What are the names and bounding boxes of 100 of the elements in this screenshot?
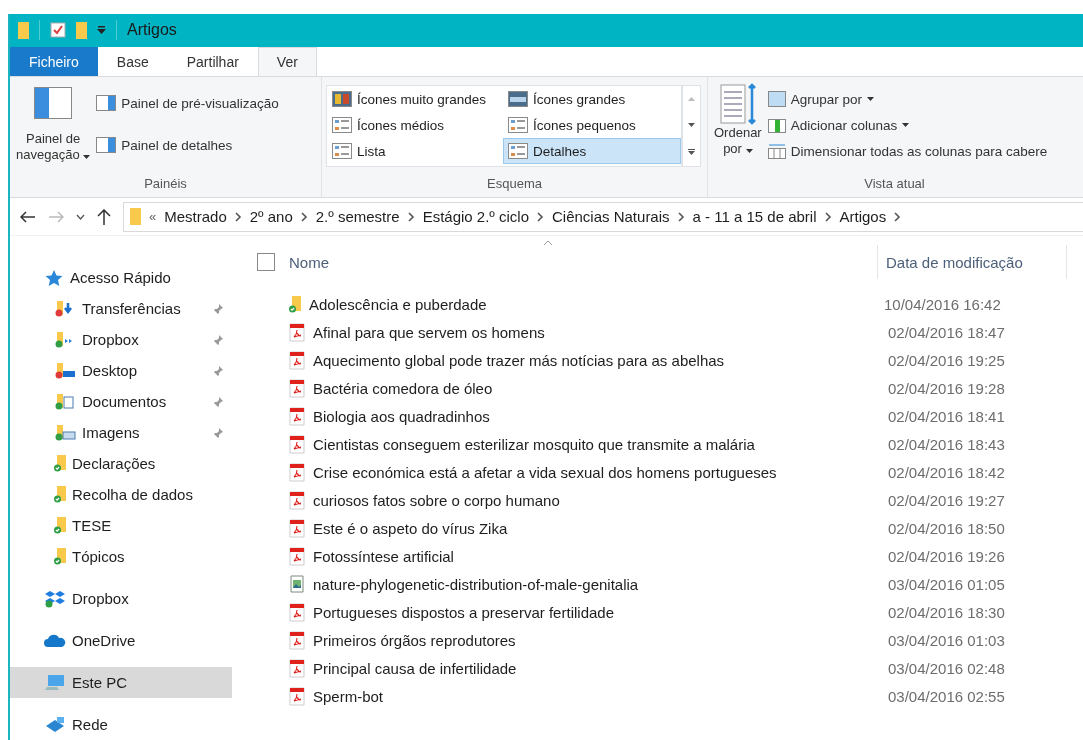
gallery-scroll[interactable] xyxy=(682,85,701,168)
column-header[interactable]: Data de modificação xyxy=(877,245,1067,279)
file-name[interactable]: Crise económica está a afetar a vida sexual dos homens portugueses xyxy=(305,463,888,481)
address-bar[interactable]: « Mestrado 2º ano 2.º semestre Estágio 2.º ciclo Ciências Naturais a - 11 a 15 de abril Artigos xyxy=(123,201,1083,232)
file-name[interactable]: Este é o aspeto do vírus Zika xyxy=(305,519,888,537)
nav-item[interactable]: Acesso Rápido xyxy=(10,262,232,293)
breadcrumb[interactable]: Mestrado xyxy=(164,208,227,226)
group-label: Vista atual xyxy=(864,176,925,192)
sort-by-button[interactable]: Ordenar por xyxy=(714,83,762,177)
date-cell: 03/04/2016 01:05 xyxy=(888,575,1005,593)
layout-option[interactable]: Ícones muito grandes xyxy=(327,86,503,113)
file-name[interactable]: curiosos fatos sobre o corpo humano xyxy=(305,491,888,509)
nav-item[interactable]: OneDrive xyxy=(10,625,232,656)
pdf-file-icon xyxy=(289,378,305,398)
date-cell: 02/04/2016 19:28 xyxy=(888,379,1005,397)
chevron-icon xyxy=(300,211,308,222)
navigation-pane-button[interactable]: Painel de navegação xyxy=(16,83,91,177)
file-name[interactable]: Afinal para que servem os homens xyxy=(305,323,888,341)
overflow-marker[interactable]: « xyxy=(149,209,157,225)
ribbon-tab[interactable]: Ficheiro xyxy=(10,46,98,77)
caret-icon xyxy=(867,97,874,102)
back-icon[interactable] xyxy=(20,210,36,223)
network-icon xyxy=(44,715,66,734)
file-name[interactable]: Sperm-bot xyxy=(305,687,888,705)
folder-icon xyxy=(54,517,66,534)
file-name[interactable]: Adolescência e puberdade xyxy=(301,295,884,313)
folder-icon xyxy=(54,548,66,565)
columns-icon xyxy=(767,117,786,134)
nav-item[interactable]: Recolha de dados xyxy=(10,479,232,510)
nav-item[interactable]: Dropbox xyxy=(10,324,232,355)
pdf-file-icon xyxy=(289,406,305,426)
pdf-file-icon xyxy=(289,602,305,622)
file-name[interactable]: Fotossíntese artificial xyxy=(305,547,888,565)
layout-option[interactable]: Ícones médios xyxy=(327,112,503,139)
dropdown-icon[interactable] xyxy=(97,26,106,35)
nav-item[interactable]: Imagens xyxy=(10,417,232,448)
nav-item[interactable]: Transferências xyxy=(10,293,232,324)
details-pane-icon xyxy=(96,137,117,154)
fit-columns-button[interactable]: Dimensionar todas as colunas para cabere xyxy=(767,139,1048,164)
layout-option[interactable]: Ícones pequenos xyxy=(503,112,681,139)
nav-item[interactable]: Dropbox xyxy=(10,583,232,614)
caret-icon xyxy=(902,123,910,128)
chevron-icon xyxy=(234,211,242,222)
star-icon xyxy=(44,268,64,287)
details-pane-button[interactable]: Painel de detalhes xyxy=(96,133,279,158)
folder-icon xyxy=(54,486,66,503)
select-all-checkbox[interactable] xyxy=(257,253,275,271)
chevron-icon xyxy=(677,211,685,222)
nav-item[interactable]: TESE xyxy=(10,510,232,541)
file-name[interactable]: Portugueses dispostos a preservar fertilidade xyxy=(305,603,888,621)
chevron-icon xyxy=(407,211,415,222)
up-icon[interactable] xyxy=(97,208,111,225)
date-cell: 02/04/2016 18:47 xyxy=(888,323,1005,341)
file-name[interactable]: Aquecimento global pode trazer más notícias para as abelhas xyxy=(305,351,888,369)
nav-item[interactable]: Tópicos xyxy=(10,541,232,572)
file-name[interactable]: nature-phylogenetic-distribution-of-male-genitalia xyxy=(305,575,888,593)
pictures-folder-icon xyxy=(54,424,76,441)
date-cell: 10/04/2016 16:42 xyxy=(884,295,1001,313)
preview-pane-button[interactable]: Painel de pré-visualização xyxy=(96,91,279,116)
nav-item[interactable]: Documentos xyxy=(10,386,232,417)
file-name[interactable]: Bactéria comedora de óleo xyxy=(305,379,888,397)
breadcrumb[interactable]: Estágio 2.º ciclo xyxy=(422,208,529,226)
view-icon xyxy=(332,91,352,108)
date-cell: 02/04/2016 18:42 xyxy=(888,463,1005,481)
view-icon xyxy=(508,117,528,134)
properties-icon[interactable] xyxy=(50,22,66,39)
pdf-file-icon xyxy=(289,350,305,370)
scroll-down-icon[interactable] xyxy=(688,123,695,128)
nav-item[interactable]: Rede xyxy=(10,709,232,740)
breadcrumb[interactable]: 2.º semestre xyxy=(315,208,400,226)
new-folder-icon xyxy=(76,21,87,39)
view-icon xyxy=(332,117,352,134)
layout-option[interactable]: Lista xyxy=(327,138,503,165)
column-header[interactable]: Nome xyxy=(289,253,877,271)
pdf-file-icon xyxy=(289,658,305,678)
expand-gallery-icon[interactable] xyxy=(688,149,695,156)
nav-item[interactable]: Este PC xyxy=(10,667,232,698)
date-cell: 02/04/2016 19:27 xyxy=(888,491,1005,509)
chevron-icon xyxy=(537,211,544,222)
folder-icon xyxy=(289,295,301,313)
view-icon xyxy=(508,143,528,160)
recent-locations-icon[interactable] xyxy=(76,213,85,220)
nav-item[interactable]: Desktop xyxy=(10,355,232,386)
ribbon-tab[interactable]: Ver xyxy=(257,46,317,77)
breadcrumb[interactable]: Artigos xyxy=(839,208,887,226)
file-name[interactable]: Cientistas conseguem esterilizar mosquito que transmite a malária xyxy=(305,435,888,453)
layout-option[interactable]: Ícones grandes xyxy=(503,86,681,113)
breadcrumb[interactable]: a - 11 a 15 de abril xyxy=(692,208,817,226)
group-by-button[interactable]: Agrupar por xyxy=(767,87,1048,112)
file-name[interactable]: Biologia aos quadradinhos xyxy=(305,407,888,425)
folder-icon xyxy=(18,21,29,39)
layout-option[interactable]: Detalhes xyxy=(503,138,681,165)
add-columns-button[interactable]: Adicionar colunas xyxy=(767,113,1048,138)
nav-item[interactable]: Declarações xyxy=(10,448,232,479)
file-name[interactable]: Principal causa de infertilidade xyxy=(305,659,888,677)
computer-icon xyxy=(44,673,66,692)
file-name[interactable]: Primeiros órgãos reprodutores xyxy=(305,631,888,649)
breadcrumb[interactable]: Ciências Naturais xyxy=(552,208,670,226)
breadcrumb[interactable]: 2º ano xyxy=(249,208,293,226)
preview-pane-icon xyxy=(96,95,117,112)
